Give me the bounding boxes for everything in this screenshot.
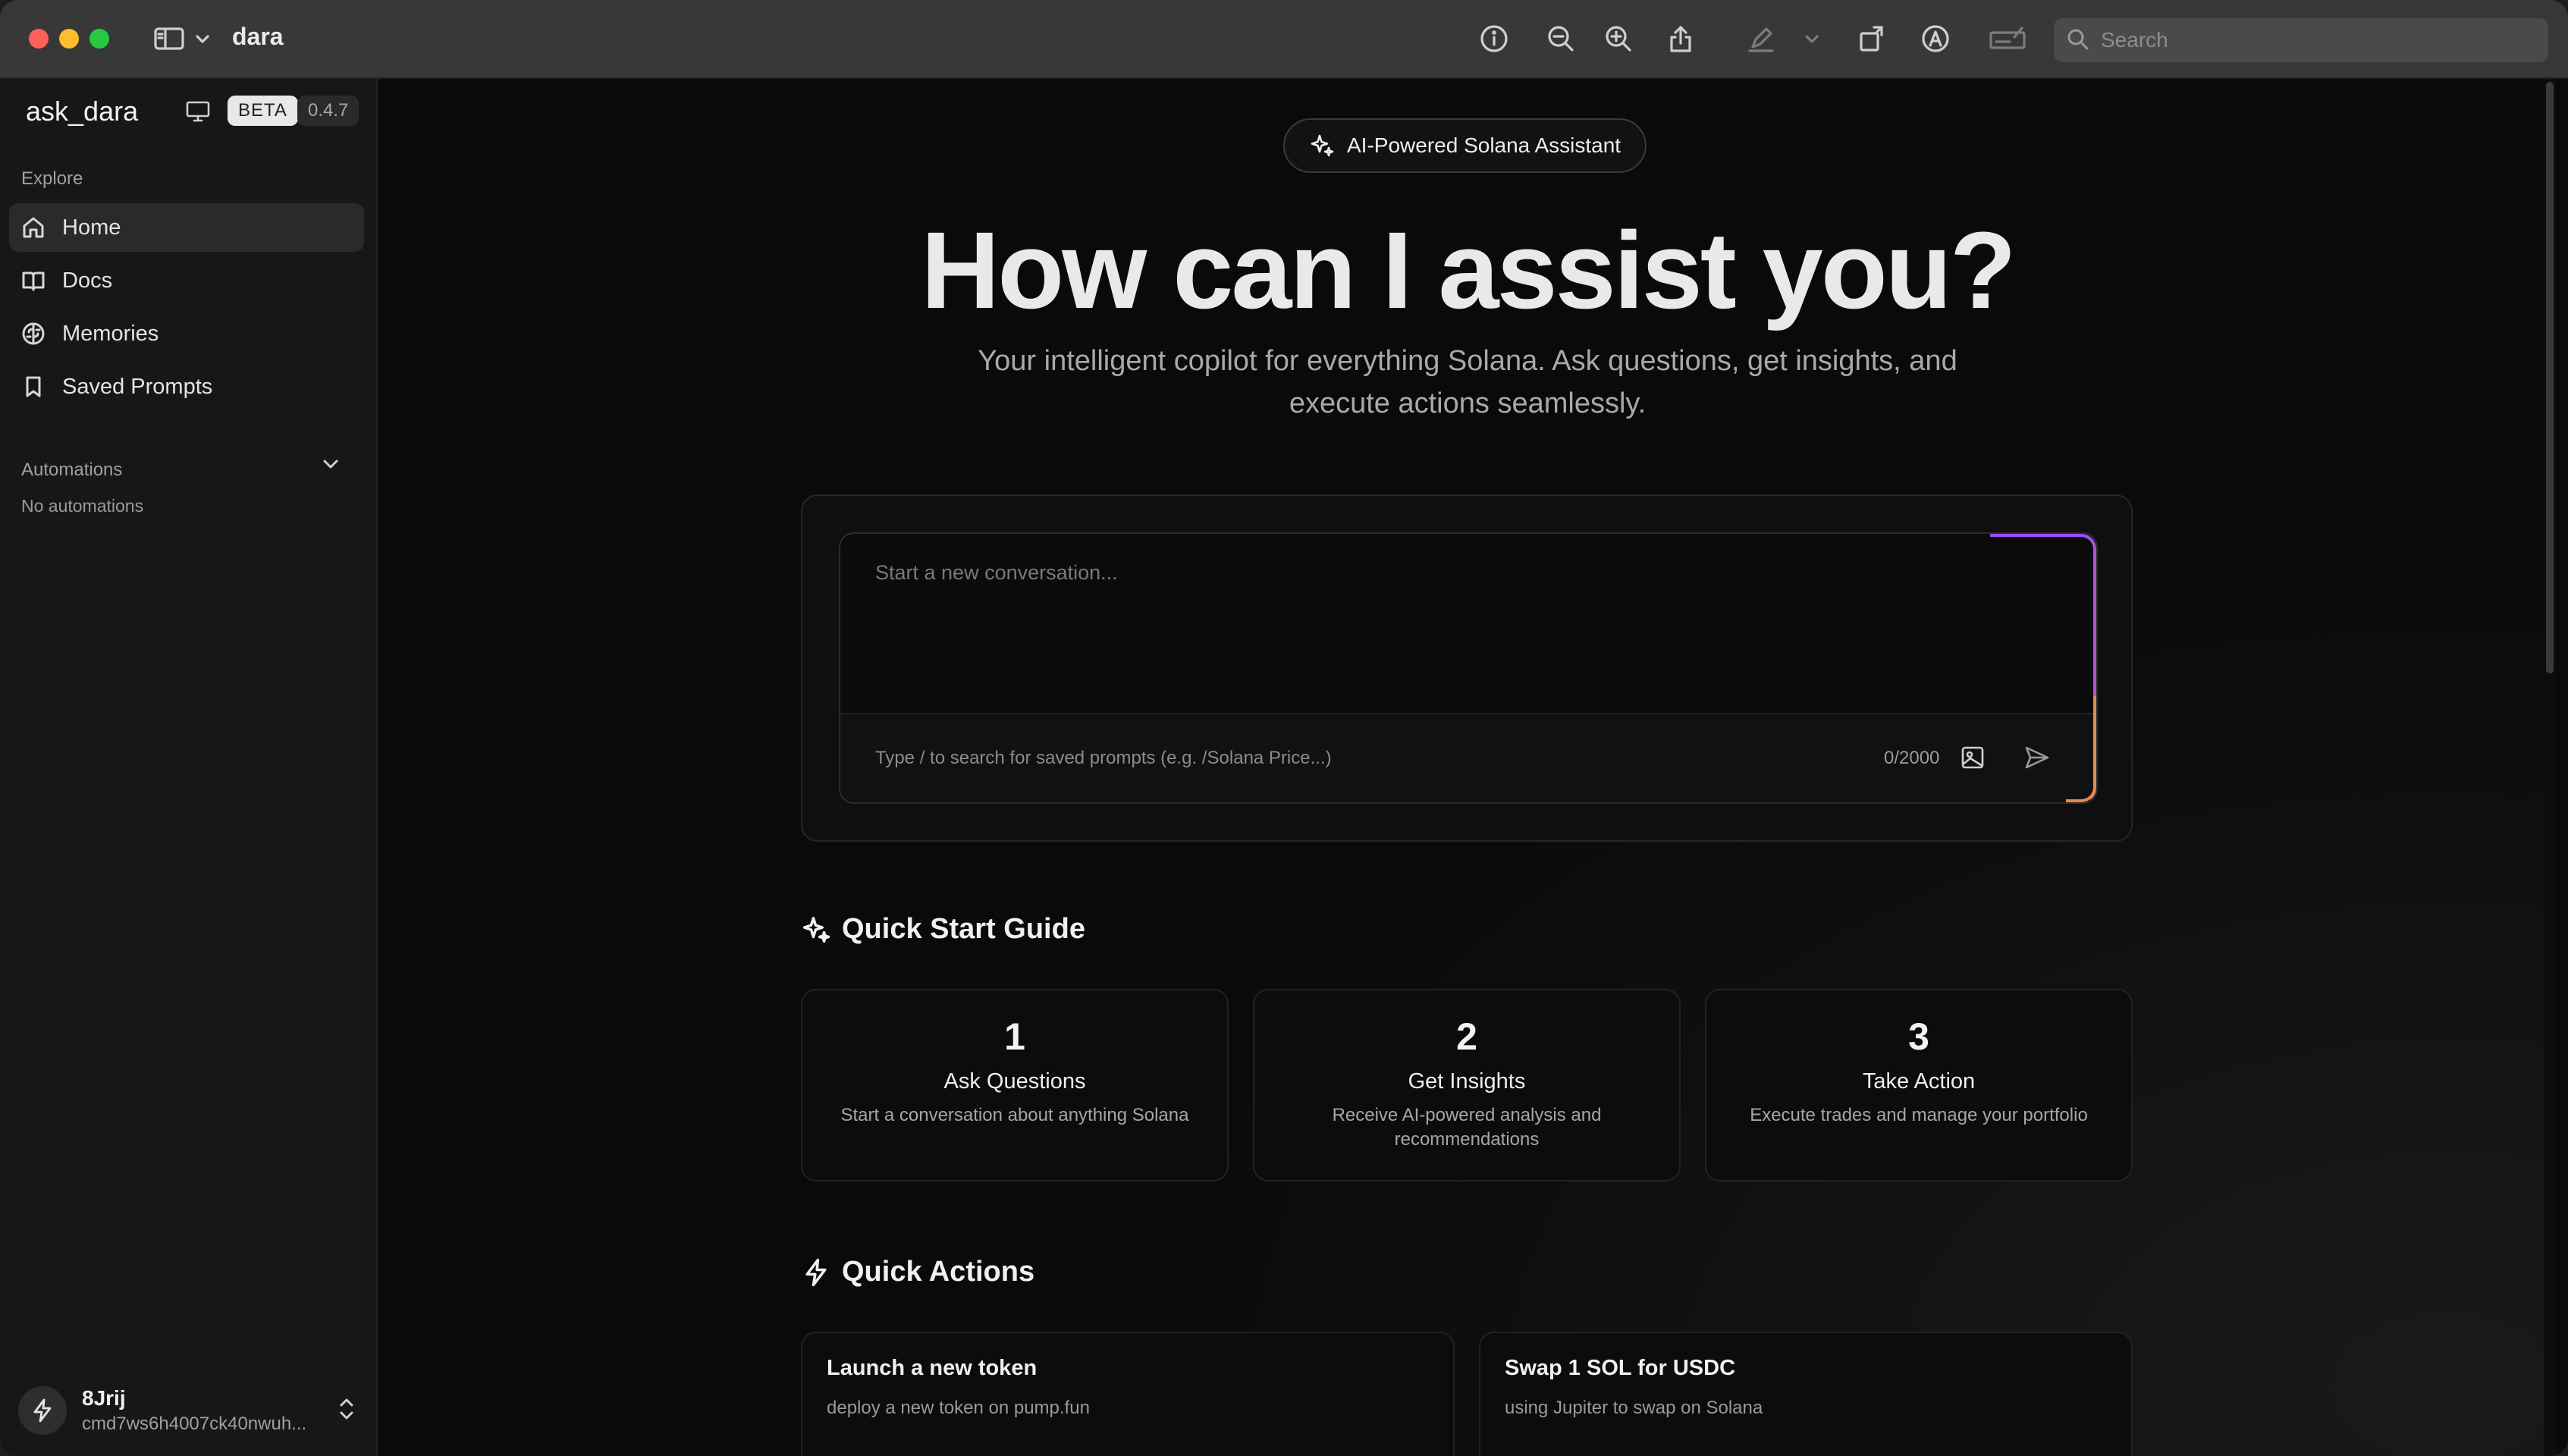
step-title: Get Insights [1408,1069,1526,1094]
action-title: Launch a new token [827,1356,1038,1380]
lightning-icon [805,1258,827,1286]
step-number: 2 [1456,1015,1477,1058]
sidebar-item-label: Docs [62,268,113,293]
assistant-badge: AI-Powered Solana Assistant [1283,118,1647,173]
scrollbar-thumb[interactable] [2546,82,2554,673]
assistant-badge-label: AI-Powered Solana Assistant [1347,133,1621,157]
info-icon[interactable] [1477,21,1511,56]
step-card: 2 Get Insights Receive AI-powered analys… [1253,989,1681,1181]
chevron-up-down-icon[interactable] [338,1396,355,1426]
user-id: cmd7ws6h4007ck40nwuh... [82,1414,307,1434]
step-card: 1 Ask Questions Start a conversation abo… [801,989,1229,1181]
send-icon[interactable] [2023,745,2051,774]
search-icon [2067,29,2089,50]
search-field[interactable] [2054,18,2548,62]
explore-label: Explore [21,168,83,189]
zoom-in-icon[interactable] [1602,21,1635,56]
main-content: AI-Powered Solana Assistant How can I as… [379,79,2556,1456]
book-icon [22,271,45,291]
character-count: 0/2000 [1884,748,1940,768]
user-name: 8Jrij [82,1386,126,1410]
zoom-out-icon[interactable] [1544,21,1578,56]
step-description: Execute trades and manage your portfolio [1750,1105,2088,1125]
page-title: How can I assist you? [921,209,2016,331]
window-title: dara [232,23,284,50]
sidebar-item-home[interactable]: Home [9,203,364,252]
composer-panel: Type / to search for saved prompts (e.g.… [801,494,2133,842]
quick-actions-heading: Quick Actions [801,1256,1034,1288]
share-icon[interactable] [1664,21,1697,56]
chevron-down-icon[interactable] [1800,21,1823,56]
message-input[interactable] [875,561,2043,698]
quick-action-card[interactable]: Launch a new token deploy a new token on… [801,1332,1455,1456]
sidebar-item-label: Memories [62,321,159,346]
step-description: Receive AI-powered analysis and recommen… [1332,1105,1602,1150]
sidebar: ask_dara BETA 0.4.7 Explore Home Docs Me… [0,79,378,1456]
monitor-icon[interactable] [185,100,211,127]
markup-icon[interactable] [1919,21,1952,56]
composer-footer: Type / to search for saved prompts (e.g.… [840,713,2096,802]
avatar [18,1386,67,1435]
step-card: 3 Take Action Execute trades and manage … [1705,989,2133,1181]
chevron-down-icon[interactable] [191,21,214,56]
sidebar-item-label: Saved Prompts [62,374,213,399]
minimize-window-button[interactable] [59,29,79,49]
close-window-button[interactable] [29,29,49,49]
scrollbar[interactable] [2544,79,2556,1456]
brand-name: ask_dara [26,96,139,127]
composer: Type / to search for saved prompts (e.g.… [839,532,2098,804]
chevron-down-icon[interactable] [322,458,340,474]
sidebar-item-memories[interactable]: Memories [9,309,364,358]
brain-icon [22,322,45,345]
sparkles-icon [802,916,830,943]
image-upload-icon[interactable] [1960,745,1986,774]
bookmark-icon [26,376,41,397]
page-subtitle: Your intelligent copilot for everything … [978,345,1957,419]
automations-empty-text: No automations [21,496,144,516]
home-icon [23,217,44,238]
quick-actions-title: Quick Actions [842,1256,1035,1288]
sparkles-icon [1311,134,1334,157]
search-input[interactable] [2101,28,2526,52]
action-description: deploy a new token on pump.fun [827,1398,1090,1418]
user-menu[interactable]: 8Jrij cmd7ws6h4007ck40nwuh... [18,1379,364,1442]
saved-prompts-hint: Type / to search for saved prompts (e.g.… [875,748,1332,768]
quick-start-heading: Quick Start Guide [801,913,1085,946]
highlight-icon[interactable] [1744,21,1778,56]
sidebar-item-label: Home [62,215,121,240]
quick-action-card[interactable]: Swap 1 SOL for USDC using Jupiter to swa… [1479,1332,2133,1456]
lightning-icon [33,1398,52,1423]
titlebar: dara [0,0,2568,79]
step-number: 1 [1004,1015,1025,1058]
sidebar-toggle-icon[interactable] [152,21,187,56]
sign-icon[interactable] [1987,21,2028,56]
zoom-window-button[interactable] [89,29,109,49]
rotate-icon[interactable] [1855,21,1888,56]
app-window: dara as [0,0,2568,1456]
step-title: Ask Questions [943,1069,1086,1094]
step-title: Take Action [1862,1069,1976,1094]
step-description: Start a conversation about anything Sola… [840,1105,1189,1125]
step-number: 3 [1908,1015,1929,1058]
automations-label: Automations [21,460,123,480]
action-title: Swap 1 SOL for USDC [1505,1356,1736,1380]
sidebar-item-docs[interactable]: Docs [9,256,364,305]
beta-badge: BETA [228,96,298,126]
sidebar-item-saved-prompts[interactable]: Saved Prompts [9,362,364,411]
action-description: using Jupiter to swap on Solana [1505,1398,1763,1418]
version-badge: 0.4.7 [297,96,359,126]
quick-start-title: Quick Start Guide [842,913,1085,945]
